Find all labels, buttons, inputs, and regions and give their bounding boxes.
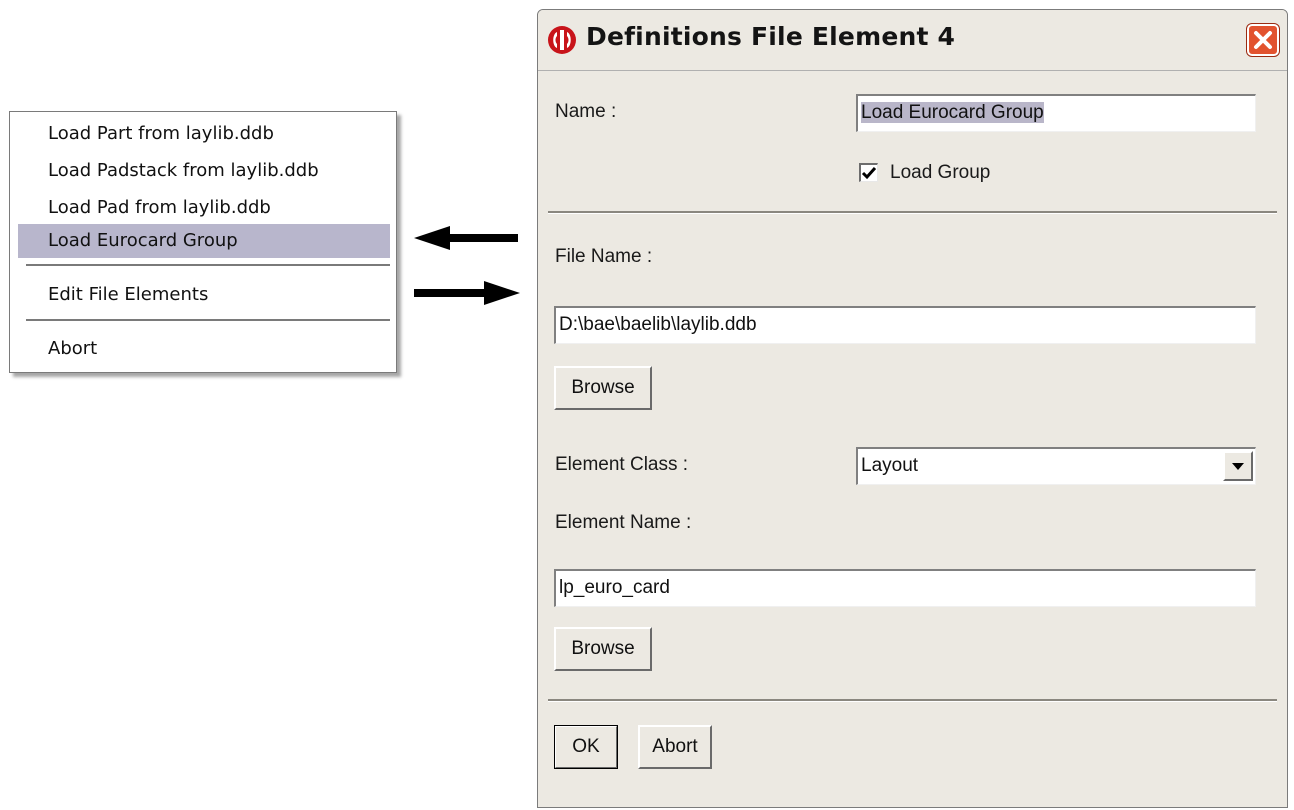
definitions-dialog: Definitions File Element 4 Name : Load E… (537, 9, 1288, 808)
menu-separator (26, 319, 390, 321)
element-class-label: Element Class : (555, 454, 689, 475)
file-name-field[interactable]: D:\bae\baelib\laylib.ddb (554, 306, 1256, 344)
menu-item-abort[interactable]: Abort (18, 332, 390, 366)
load-group-label: Load Group (890, 162, 991, 183)
browse-element-button[interactable]: Browse (554, 627, 652, 671)
menu-item-load-eurocard-group[interactable]: Load Eurocard Group (18, 224, 390, 258)
menu-item-load-part[interactable]: Load Part from laylib.ddb (18, 117, 390, 151)
title-bar[interactable]: Definitions File Element 4 (538, 10, 1287, 71)
menu-item-load-pad[interactable]: Load Pad from laylib.ddb (18, 191, 390, 225)
browse-file-button[interactable]: Browse (554, 366, 652, 410)
checkmark-icon (861, 167, 877, 180)
dropdown-arrow-icon (1232, 463, 1244, 470)
popup-menu: Load Part from laylib.ddb Load Padstack … (9, 111, 397, 373)
name-value: Load Eurocard Group (861, 102, 1044, 123)
name-label: Name : (555, 101, 617, 122)
close-icon (1254, 31, 1272, 49)
element-name-label: Element Name : (555, 512, 692, 533)
element-class-value: Layout (861, 455, 919, 476)
menu-separator (26, 264, 390, 266)
dialog-title: Definitions File Element 4 (586, 22, 956, 51)
element-name-field[interactable]: lp_euro_card (554, 569, 1256, 607)
menu-item-edit-file-elements[interactable]: Edit File Elements (18, 278, 390, 312)
file-name-label: File Name : (555, 246, 653, 267)
load-group-checkbox[interactable] (859, 163, 878, 182)
arrow-right-icon (414, 281, 520, 305)
menu-item-load-padstack[interactable]: Load Padstack from laylib.ddb (18, 154, 390, 188)
separator (548, 699, 1277, 702)
arrow-left-icon (414, 226, 518, 250)
abort-button[interactable]: Abort (638, 725, 712, 769)
dropdown-button[interactable] (1223, 451, 1253, 481)
separator (548, 211, 1277, 214)
name-field[interactable]: Load Eurocard Group (856, 94, 1256, 132)
close-button[interactable] (1247, 24, 1279, 56)
ok-button[interactable]: OK (554, 725, 618, 769)
element-class-select[interactable]: Layout (856, 447, 1256, 485)
app-icon (548, 26, 576, 54)
